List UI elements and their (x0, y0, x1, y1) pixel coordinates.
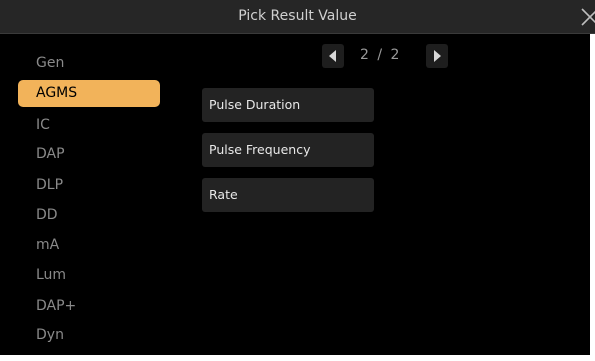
sidebar-item-agms[interactable]: AGMS (18, 80, 160, 107)
close-icon[interactable] (578, 5, 595, 29)
sidebar-item-dap[interactable]: DAP (18, 141, 160, 168)
sidebar-item-lum[interactable]: Lum (18, 262, 160, 289)
background-edge (590, 34, 595, 361)
sidebar-item-dap-plus[interactable]: DAP+ (18, 293, 160, 320)
result-button-pulse-frequency[interactable]: Pulse Frequency (202, 133, 374, 167)
background-edge-bottom (0, 355, 595, 361)
dialog-title: Pick Result Value (238, 8, 357, 24)
result-button-rate[interactable]: Rate (202, 178, 374, 212)
title-bar: Pick Result Value (0, 0, 595, 34)
sidebar-item-gen[interactable]: Gen (18, 50, 160, 77)
page-indicator: 2 / 2 (360, 47, 402, 63)
pick-result-dialog: Pick Result Value Gen AGMS IC DAP DLP DD… (0, 0, 595, 361)
sidebar-item-dyn[interactable]: Dyn (18, 322, 160, 349)
sidebar-item-dd[interactable]: DD (18, 202, 160, 229)
sidebar-item-ic[interactable]: IC (18, 112, 160, 139)
triangle-left-icon (329, 50, 336, 62)
sidebar-item-dlp[interactable]: DLP (18, 172, 160, 199)
sidebar-item-ma[interactable]: mA (18, 232, 160, 259)
result-button-pulse-duration[interactable]: Pulse Duration (202, 88, 374, 122)
next-page-button[interactable] (426, 44, 448, 68)
previous-page-button[interactable] (322, 44, 344, 68)
triangle-right-icon (434, 50, 441, 62)
